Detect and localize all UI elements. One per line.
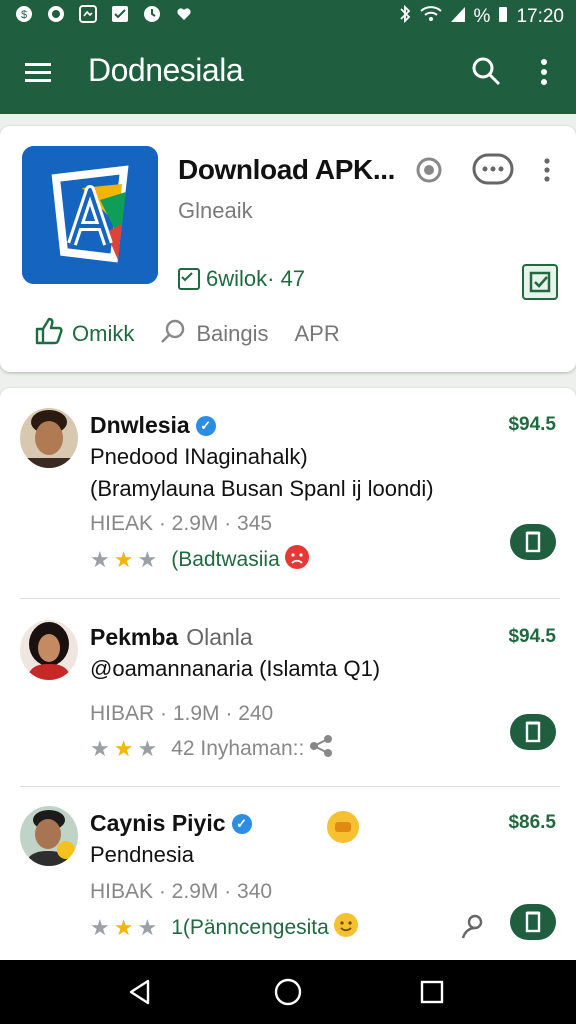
star-icon: ★ (90, 914, 110, 940)
system-nav-bar (0, 960, 576, 1024)
review-subtitle: (Bramylauna Busan Spanl ij loondi) (90, 476, 434, 501)
watch-icon[interactable] (415, 156, 443, 184)
battery-icon (498, 5, 508, 29)
download-button[interactable] (510, 904, 556, 940)
price: $86.5 (508, 812, 556, 833)
notification-icon: $ (14, 4, 34, 24)
star-icon: ★ (90, 735, 110, 761)
reviewer-name: Pekmba Olanla (90, 624, 253, 651)
app-actions: Omikk Baingis APR (34, 316, 366, 352)
review-tag: 1(Pänncengesita (171, 915, 329, 939)
smile-emoji-icon (333, 912, 359, 943)
like-action[interactable]: Omikk (34, 316, 134, 352)
notification-icon (174, 4, 194, 24)
app-logo[interactable] (22, 146, 158, 284)
avatar[interactable] (20, 620, 78, 680)
wifi-icon (419, 5, 442, 29)
verified-badge-icon: ✓ (231, 813, 252, 834)
thumbs-up-icon (34, 316, 64, 352)
list-item[interactable]: Caynis Piyic ✓ Pendnesia HIBAK · 2.9M · … (0, 786, 576, 974)
card-more-icon[interactable] (540, 156, 554, 184)
list-item[interactable]: Pekmba Olanla @oamannanaria (Islamta Q1)… (0, 600, 576, 788)
review-list: Dnwlesia ✓ Pnedood INaginahalk) (Bramyla… (0, 388, 576, 964)
rating-row: ★ ★ ★ 1(Pänncengesita (90, 912, 359, 943)
search-icon (160, 317, 188, 351)
app-developer: Glneaik (178, 198, 253, 223)
chat-icon[interactable] (472, 153, 514, 185)
review-meta: HIBAK · 2.9M · 340 (90, 880, 273, 903)
search-action[interactable]: Baingis (160, 317, 268, 351)
user-icon[interactable] (460, 912, 488, 945)
notification-icon (110, 4, 130, 24)
verified-badge-icon: ✓ (195, 415, 216, 436)
notification-icon (142, 4, 162, 24)
app-download-count: 6wilok· 47 (206, 266, 306, 291)
app-detail-card: Download APK... Glneaik 6wilok· 47 Omikk… (0, 126, 576, 372)
check-icon (178, 268, 200, 290)
app-stats: 6wilok· 47 (178, 266, 305, 292)
rating-row: ★ ★ ★ (Badtwasiia (90, 544, 310, 575)
review-tag: (Badtwasiia (171, 547, 280, 571)
notification-icon (46, 4, 66, 24)
reviewer-name: Dnwlesia ✓ (90, 412, 216, 439)
back-icon[interactable] (126, 978, 154, 1006)
apr-action[interactable]: APR (294, 321, 339, 347)
star-icon: ★ (113, 914, 134, 940)
search-action-label: Baingis (196, 321, 269, 346)
review-title: @oamannanaria (Islamta Q1) (90, 656, 381, 681)
home-icon[interactable] (274, 978, 302, 1006)
reviewer-name: Caynis Piyic ✓ (90, 810, 252, 837)
avatar[interactable] (20, 408, 78, 468)
download-button[interactable] (510, 524, 556, 560)
status-bar: $ % 17:20 (0, 0, 576, 30)
star-icon: ★ (137, 914, 158, 940)
more-vert-icon[interactable] (536, 57, 552, 87)
bluetooth-icon (398, 4, 412, 30)
signal-icon (450, 5, 466, 29)
search-icon[interactable] (470, 55, 502, 87)
like-action-label: Omikk (72, 321, 135, 346)
reviewer-name-text: Pekmba (90, 624, 179, 650)
install-check-button[interactable] (522, 264, 558, 300)
share-icon (308, 734, 334, 763)
review-meta: HIBAR · 1.9M · 240 (90, 702, 274, 725)
battery-percent: % (473, 6, 491, 27)
app-name: Download APK... (178, 154, 395, 185)
star-icon: ★ (90, 546, 110, 572)
rating-row: ★ ★ ★ 42 Inyhaman:: (90, 734, 334, 763)
clock: 17:20 (516, 6, 564, 27)
review-title: Pendnesia (90, 842, 194, 867)
star-icon: ★ (113, 546, 134, 572)
angry-emoji-icon (284, 544, 310, 575)
review-tag: 42 Inyhaman:: (171, 736, 305, 760)
star-icon: ★ (137, 546, 158, 572)
reviewer-name-text: Caynis Piyic (90, 810, 226, 836)
star-icon: ★ (113, 735, 134, 761)
app-title: Dodnesiala (88, 52, 244, 88)
avatar[interactable] (20, 806, 78, 866)
svg-text:$: $ (21, 9, 27, 21)
reviewer-name-suffix: Olanla (186, 624, 253, 650)
download-button[interactable] (510, 714, 556, 750)
price: $94.5 (508, 414, 556, 435)
review-title: Pnedood INaginahalk) (90, 444, 308, 469)
recent-apps-icon[interactable] (420, 980, 444, 1004)
star-icon: ★ (137, 735, 158, 761)
review-meta: HIEAK · 2.9M · 345 (90, 512, 273, 535)
app-bar: Dodnesiala (0, 30, 576, 114)
reviewer-name-text: Dnwlesia (90, 412, 190, 438)
apr-action-label: APR (294, 321, 340, 346)
list-item[interactable]: Dnwlesia ✓ Pnedood INaginahalk) (Bramyla… (0, 388, 576, 576)
divider (20, 598, 560, 599)
notification-icon (78, 4, 98, 24)
price: $94.5 (508, 626, 556, 647)
emoji-badge-icon (326, 810, 360, 849)
hamburger-menu-icon[interactable] (24, 58, 52, 86)
